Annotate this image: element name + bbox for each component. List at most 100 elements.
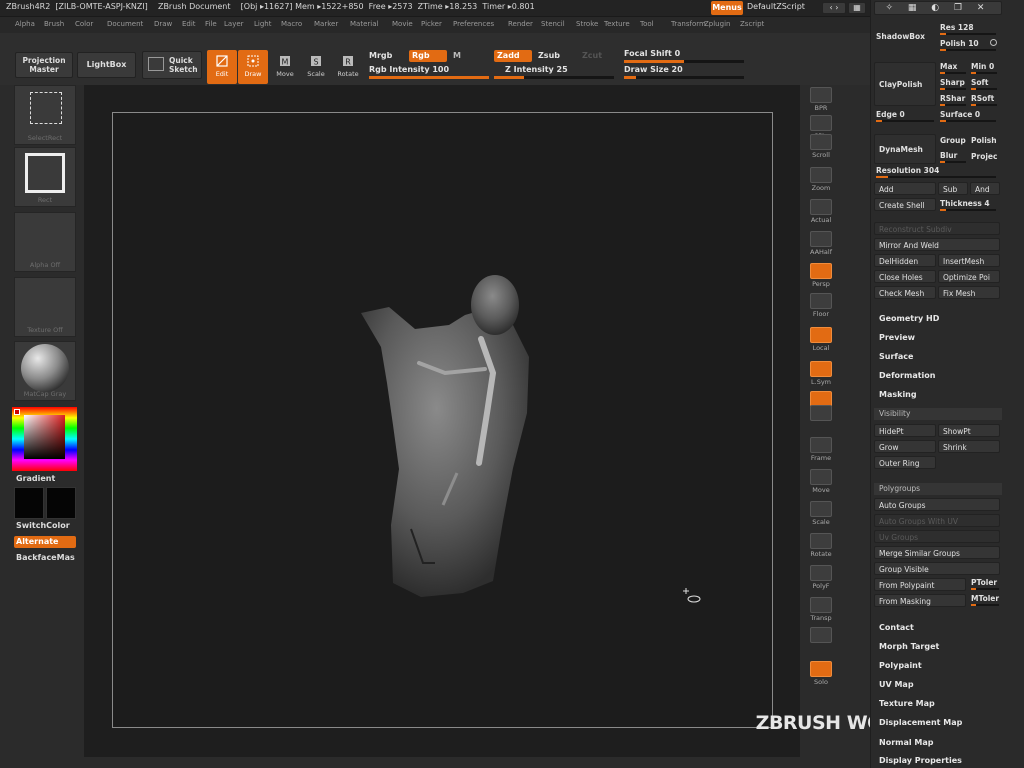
menu-material[interactable]: Material (350, 20, 378, 28)
shelf-item-18-button[interactable] (807, 625, 835, 655)
blur-slider[interactable] (940, 161, 966, 163)
rshar-slider-label[interactable]: RShar (940, 94, 965, 103)
polish-toggle[interactable]: Polish (971, 136, 997, 145)
uv-map-section[interactable]: UV Map (879, 680, 914, 689)
add-button[interactable]: Add (874, 182, 936, 195)
shelf-bpr-button[interactable]: BPR (807, 85, 835, 115)
blur-slider-label[interactable]: Blur (940, 151, 957, 160)
res-slider-label[interactable]: Res 128 (940, 23, 974, 32)
menu-brush[interactable]: Brush (44, 20, 64, 28)
projection-master-button[interactable]: Projection Master (15, 52, 73, 78)
menu-tool[interactable]: Tool (640, 20, 654, 28)
zadd-toggle[interactable]: Zadd (494, 50, 532, 62)
edit-button[interactable]: Edit (207, 50, 237, 84)
main-color-swatch[interactable] (14, 487, 44, 519)
menu-render[interactable]: Render (508, 20, 533, 28)
zsub-toggle[interactable]: Zsub (538, 51, 560, 60)
polish-slider[interactable] (940, 49, 996, 51)
menu-light[interactable]: Light (254, 20, 271, 28)
edge-slider-label[interactable]: Edge 0 (876, 110, 905, 119)
auto-groups-button[interactable]: Auto Groups (874, 498, 1000, 511)
color-square[interactable] (24, 415, 65, 459)
texture-map-section[interactable]: Texture Map (879, 699, 935, 708)
move-button[interactable]: M Move (270, 50, 300, 84)
rsoft-slider[interactable] (971, 104, 997, 106)
nav-arrows-button[interactable]: ‹ › (822, 2, 846, 14)
insertmesh-button[interactable]: InsertMesh (938, 254, 1000, 267)
display-properties-section[interactable]: Display Properties (879, 756, 962, 765)
menus-button[interactable]: Menus (711, 1, 743, 15)
min-slider-label[interactable]: Min 0 (971, 62, 994, 71)
polygroups-subsection[interactable]: Polygroups (874, 483, 1002, 495)
geometry-hd-section[interactable]: Geometry HD (879, 314, 939, 323)
grow-button[interactable]: Grow (874, 440, 936, 453)
sharp-slider-label[interactable]: Sharp (940, 78, 965, 87)
material-thumbnail[interactable]: MatCap Gray (14, 341, 76, 401)
fix-mesh-button[interactable]: Fix Mesh (938, 286, 1000, 299)
outer-ring-button[interactable]: Outer Ring (874, 456, 936, 469)
menu-texture[interactable]: Texture (604, 20, 630, 28)
resolution-slider-label[interactable]: Resolution 304 (876, 166, 939, 175)
mtoler-slider-label[interactable]: MToler (971, 594, 999, 603)
document-frame[interactable] (112, 112, 773, 728)
shelf-move-button[interactable]: Move (807, 467, 835, 497)
contact-section[interactable]: Contact (879, 623, 914, 632)
create-shell-button[interactable]: Create Shell (874, 198, 936, 211)
alternate-button[interactable]: Alternate (14, 536, 76, 548)
close-holes-button[interactable]: Close Holes (874, 270, 936, 283)
scale-button[interactable]: S Scale (301, 50, 331, 84)
menu-stencil[interactable]: Stencil (541, 20, 565, 28)
group-visible-button[interactable]: Group Visible (874, 562, 1000, 575)
surface-slider[interactable] (940, 120, 996, 122)
masking-section[interactable]: Masking (879, 390, 917, 399)
shelf-polyf-button[interactable]: PolyF (807, 563, 835, 593)
menu-layer[interactable]: Layer (224, 20, 244, 28)
morph-target-section[interactable]: Morph Target (879, 642, 939, 651)
menu-zplugin[interactable]: Zplugin (704, 20, 730, 28)
menu-transform[interactable]: Transform (671, 20, 706, 28)
rotate-button[interactable]: R Rotate (333, 50, 363, 84)
stroke-thumbnail[interactable]: Rect (14, 147, 76, 207)
project-toggle[interactable]: Projec (971, 152, 997, 161)
visibility-subsection[interactable]: Visibility (874, 408, 1002, 420)
shelf-zoom-button[interactable]: Zoom (807, 165, 835, 195)
sub-button[interactable]: Sub (938, 182, 968, 195)
draw-size-slider[interactable] (624, 76, 744, 79)
mrgb-toggle[interactable]: Mrgb (369, 51, 392, 60)
polish-slider-label[interactable]: Polish 10 (940, 39, 979, 48)
deformation-section[interactable]: Deformation (879, 371, 935, 380)
res-slider[interactable] (940, 33, 996, 35)
from-masking-button[interactable]: From Masking (874, 594, 966, 607)
menu-document[interactable]: Document (107, 20, 143, 28)
shelf-persp-button[interactable]: Persp (807, 261, 835, 291)
surface-slider-label[interactable]: Surface 0 (940, 110, 980, 119)
rsoft-slider-label[interactable]: RSoft (971, 94, 994, 103)
layout-button[interactable]: ▦ (848, 2, 866, 14)
menu-macro[interactable]: Macro (281, 20, 302, 28)
delhidden-button[interactable]: DelHidden (874, 254, 936, 267)
menu-picker[interactable]: Picker (421, 20, 442, 28)
shadowbox-button[interactable]: ShadowBox (876, 32, 925, 41)
backface-mask-button[interactable]: BackfaceMas (16, 553, 75, 562)
normal-map-section[interactable]: Normal Map (879, 738, 933, 747)
palette-header-icons[interactable]: ✧ ▦ ◐ ❐ ✕ (874, 1, 1002, 15)
soft-slider[interactable] (971, 88, 997, 90)
shelf-frame-button[interactable]: Frame (807, 435, 835, 465)
max-slider[interactable] (940, 72, 966, 74)
default-zscript-button[interactable]: DefaultZScript (747, 2, 805, 11)
shrink-button[interactable]: Shrink (938, 440, 1000, 453)
menu-color[interactable]: Color (75, 20, 93, 28)
uv-groups-button[interactable]: Uv Groups (874, 530, 1000, 543)
shelf-item-11-button[interactable] (807, 403, 835, 433)
displacement-map-section[interactable]: Displacement Map (879, 718, 962, 727)
shelf-rotate-button[interactable]: Rotate (807, 531, 835, 561)
menu-movie[interactable]: Movie (392, 20, 413, 28)
reconstruct-subdiv-button[interactable]: Reconstruct Subdiv (874, 222, 1000, 235)
resolution-slider[interactable] (876, 176, 996, 178)
ptoler-slider-label[interactable]: PToler (971, 578, 997, 587)
hidept-button[interactable]: HidePt (874, 424, 936, 437)
shelf-aahalf-button[interactable]: AAHalf (807, 229, 835, 259)
surface-section[interactable]: Surface (879, 352, 913, 361)
shelf-scale-button[interactable]: Scale (807, 499, 835, 529)
shelf-scroll-button[interactable]: Scroll (807, 132, 835, 162)
